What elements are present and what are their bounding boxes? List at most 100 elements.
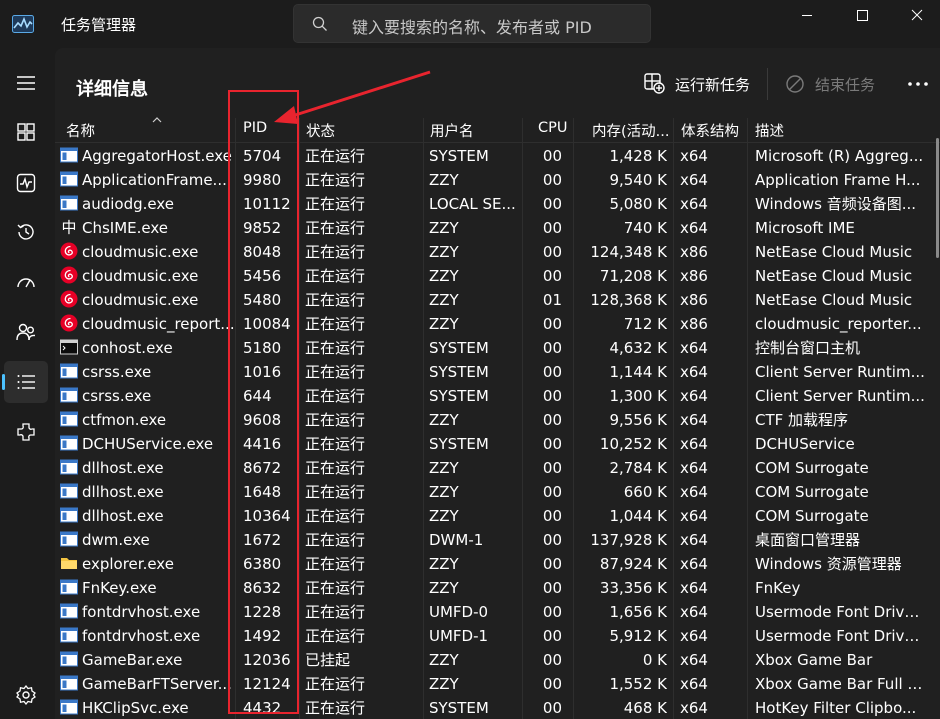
column-header-memory[interactable]: 内存(活动... bbox=[592, 120, 669, 142]
more-options-button[interactable] bbox=[906, 72, 930, 96]
process-arch: x64 bbox=[680, 195, 708, 213]
table-row[interactable]: dwm.exe 1672 正在运行 DWM-1 00 137,928 K x64 桌面窗口管理… bbox=[55, 528, 940, 552]
app-window-icon bbox=[60, 363, 78, 379]
netease-music-icon bbox=[60, 266, 78, 284]
settings-icon bbox=[16, 684, 36, 706]
app-window-icon bbox=[60, 531, 78, 547]
column-header-status[interactable]: 状态 bbox=[306, 120, 335, 142]
process-memory: 124,348 K bbox=[590, 243, 667, 261]
process-cpu: 00 bbox=[542, 459, 562, 477]
users-icon bbox=[16, 323, 36, 341]
table-row[interactable]: csrss.exe 1016 正在运行 SYSTEM 00 1,144 K x64 Clien… bbox=[55, 360, 940, 384]
table-row[interactable]: fontdrvhost.exe 1492 正在运行 UMFD-1 00 5,912 K x6… bbox=[55, 624, 940, 648]
table-row[interactable]: cloudmusic_report... 10084 正在运行 ZZY 00 712 K x… bbox=[55, 312, 940, 336]
table-row[interactable]: HKClipSvc.exe 4432 正在运行 SYSTEM 00 468 K x64 Hot… bbox=[55, 696, 940, 719]
app-window-icon bbox=[60, 435, 78, 451]
table-row[interactable]: dllhost.exe 10364 正在运行 ZZY 00 1,044 K x64 COM S… bbox=[55, 504, 940, 528]
column-name-label: 名称 bbox=[66, 124, 95, 140]
process-pid: 1016 bbox=[243, 363, 282, 381]
table-row[interactable]: explorer.exe 6380 正在运行 ZZY 00 87,924 K x64 Wind… bbox=[55, 552, 940, 576]
table-row[interactable]: audiodg.exe 10112 正在运行 LOCAL SE... 00 5,080 K… bbox=[55, 192, 940, 216]
sidebar-item-startup[interactable] bbox=[4, 262, 48, 304]
table-row[interactable]: DCHUService.exe 4416 正在运行 SYSTEM 00 10,252 K x… bbox=[55, 432, 940, 456]
console-icon bbox=[60, 339, 78, 355]
app-window-icon bbox=[60, 387, 78, 403]
table-row[interactable]: 中 ChsIME.exe 9852 正在运行 ZZY 00 740 K x64 Microsof… bbox=[55, 216, 940, 240]
close-button[interactable] bbox=[893, 0, 940, 34]
table-row[interactable]: dllhost.exe 8672 正在运行 ZZY 00 2,784 K x64 COM Su… bbox=[55, 456, 940, 480]
table-row[interactable]: FnKey.exe 8632 正在运行 ZZY 00 33,356 K x64 FnKey bbox=[55, 576, 940, 600]
sidebar-item-app-history[interactable] bbox=[4, 211, 48, 253]
process-status: 正在运行 bbox=[305, 555, 366, 573]
table-row[interactable]: fontdrvhost.exe 1228 正在运行 UMFD-0 00 1,656 K x6… bbox=[55, 600, 940, 624]
process-user: ZZY bbox=[429, 315, 459, 333]
process-pid: 4432 bbox=[243, 699, 282, 717]
sidebar-item-services[interactable] bbox=[4, 411, 48, 453]
table-row[interactable]: GameBar.exe 12036 已挂起 ZZY 00 0 K x64 Xbox Game … bbox=[55, 648, 940, 672]
process-user: ZZY bbox=[429, 291, 459, 309]
sidebar-item-processes[interactable] bbox=[4, 111, 48, 153]
minimize-button[interactable] bbox=[783, 0, 833, 34]
column-header-cpu[interactable]: CPU bbox=[538, 120, 567, 142]
table-row[interactable]: csrss.exe 644 正在运行 SYSTEM 00 1,300 K x64 Client… bbox=[55, 384, 940, 408]
process-cpu: 00 bbox=[542, 555, 562, 573]
process-cpu: 00 bbox=[542, 171, 562, 189]
process-status: 正在运行 bbox=[305, 459, 366, 477]
process-name: HKClipSvc.exe bbox=[82, 699, 189, 717]
table-row[interactable]: cloudmusic.exe 5456 正在运行 ZZY 00 71,208 K x86 Ne… bbox=[55, 264, 940, 288]
process-description: Windows 音频设备图... bbox=[755, 195, 917, 213]
table-row[interactable]: dllhost.exe 1648 正在运行 ZZY 00 660 K x64 COM Surr… bbox=[55, 480, 940, 504]
process-memory: 87,924 K bbox=[599, 555, 667, 573]
column-header-pid[interactable]: PID bbox=[243, 120, 267, 142]
process-cpu: 00 bbox=[542, 627, 562, 645]
process-name: fontdrvhost.exe bbox=[82, 603, 201, 621]
app-window-icon bbox=[60, 411, 78, 427]
column-header-user[interactable]: 用户名 bbox=[430, 120, 474, 142]
process-pid: 10112 bbox=[243, 195, 291, 213]
scrollbar-thumb[interactable] bbox=[936, 138, 939, 258]
run-task-label: 运行新任务 bbox=[675, 76, 751, 94]
process-memory: 1,552 K bbox=[609, 675, 667, 693]
table-row[interactable]: ctfmon.exe 9608 正在运行 ZZY 00 9,556 K x64 CTF 加载程… bbox=[55, 408, 940, 432]
process-name: AggregatorHost.exe bbox=[82, 147, 232, 165]
process-memory: 5,912 K bbox=[609, 627, 667, 645]
process-description: FnKey bbox=[755, 579, 801, 597]
process-memory: 71,208 K bbox=[599, 267, 667, 285]
table-row[interactable]: AggregatorHost.exe 5704 正在运行 SYSTEM 00 1,428 … bbox=[55, 144, 940, 168]
services-icon bbox=[17, 423, 35, 441]
sidebar-item-details[interactable] bbox=[2, 361, 48, 403]
table-row[interactable]: ApplicationFrame... 9980 正在运行 ZZY 00 9,540 K x… bbox=[55, 168, 940, 192]
search-input[interactable]: 键入要搜索的名称、发布者或 PID bbox=[293, 4, 651, 43]
process-cpu: 00 bbox=[542, 411, 562, 429]
app-window-icon bbox=[60, 459, 78, 475]
column-header-arch[interactable]: 体系结构 bbox=[681, 120, 739, 142]
toolbar-divider bbox=[767, 68, 768, 100]
sidebar-item-performance[interactable] bbox=[4, 162, 48, 204]
process-description: 桌面窗口管理器 bbox=[755, 531, 861, 549]
settings-button[interactable] bbox=[4, 674, 48, 716]
process-cpu: 00 bbox=[542, 435, 562, 453]
app-window-icon bbox=[60, 699, 78, 715]
process-arch: x64 bbox=[680, 171, 708, 189]
startup-icon bbox=[17, 278, 35, 288]
table-row[interactable]: cloudmusic.exe 5480 正在运行 ZZY 01 128,368 K x86 N… bbox=[55, 288, 940, 312]
sidebar-item-users[interactable] bbox=[4, 311, 48, 353]
process-cpu: 00 bbox=[542, 243, 562, 261]
process-arch: x86 bbox=[680, 315, 708, 333]
app-window-icon bbox=[60, 507, 78, 523]
table-row[interactable]: cloudmusic.exe 8048 正在运行 ZZY 00 124,348 K x86 N… bbox=[55, 240, 940, 264]
sidebar-menu-button[interactable] bbox=[4, 62, 48, 104]
column-header-name[interactable]: 名称 bbox=[66, 117, 162, 142]
process-user: DWM-1 bbox=[429, 531, 484, 549]
table-row[interactable]: conhost.exe 5180 正在运行 SYSTEM 00 4,632 K x64 控制台… bbox=[55, 336, 940, 360]
process-name: csrss.exe bbox=[82, 363, 152, 381]
process-status: 正在运行 bbox=[305, 171, 366, 189]
process-memory: 660 K bbox=[623, 483, 667, 501]
column-header-desc[interactable]: 描述 bbox=[755, 120, 784, 142]
process-user: ZZY bbox=[429, 243, 459, 261]
table-row[interactable]: GameBarFTServer... 12124 正在运行 ZZY 00 1,552 K x… bbox=[55, 672, 940, 696]
process-user: SYSTEM bbox=[429, 387, 489, 405]
process-status: 正在运行 bbox=[305, 219, 366, 237]
process-status: 正在运行 bbox=[305, 147, 366, 165]
maximize-button[interactable] bbox=[838, 0, 888, 34]
